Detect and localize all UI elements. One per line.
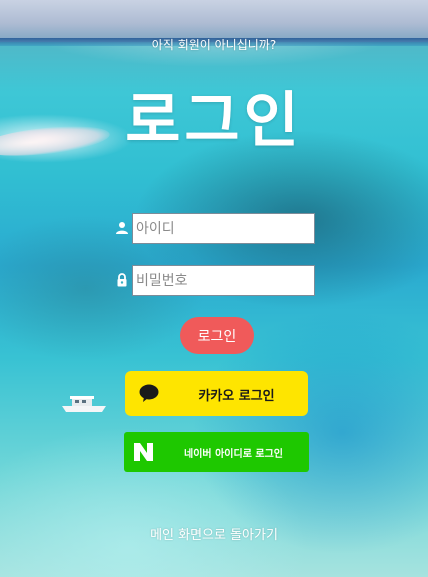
speech-bubble-icon [139,384,159,402]
page-title: 로그인 [125,86,303,156]
back-to-main-link[interactable]: 메인 화면으로 돌아가기 [0,524,428,543]
kakao-login-label: 카카오 로그인 [198,389,275,404]
user-icon [116,222,128,234]
id-input[interactable] [132,213,315,244]
login-button[interactable]: 로그인 [180,317,254,354]
naver-login-label: 네이버 아이디로 로그인 [184,449,283,460]
kakao-login-button[interactable]: 카카오 로그인 [125,371,308,416]
password-field-row [115,265,315,296]
lock-icon [117,273,127,287]
id-field-row [115,213,315,244]
naver-login-button[interactable]: 네이버 아이디로 로그인 [124,432,309,472]
password-input[interactable] [132,265,315,296]
boat-illustration [62,396,106,412]
naver-n-icon [134,443,153,461]
signup-link[interactable]: 아직 회원이 아니십니까? [0,36,428,53]
